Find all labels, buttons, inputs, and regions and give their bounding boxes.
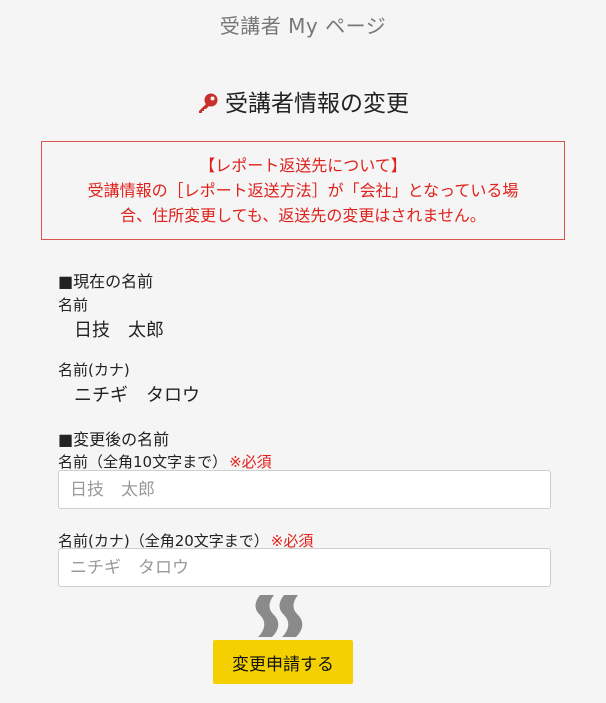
current-name-value: 日技 太郎 — [74, 320, 164, 341]
new-name-label-text: 名前（全角10文字まで） — [58, 453, 228, 471]
current-name-heading: ■現在の名前 — [58, 272, 154, 291]
notice-heading: 【レポート返送先について】 — [199, 156, 407, 175]
required-mark: ※必須 — [229, 453, 272, 471]
new-name-input[interactable] — [58, 470, 551, 509]
submit-change-button[interactable]: 変更申請する — [213, 640, 353, 684]
section-title-text: 受講者情報の変更 — [225, 91, 409, 117]
new-name-heading: ■変更後の名前 — [58, 430, 170, 449]
new-kana-input[interactable] — [58, 548, 551, 587]
key-icon — [197, 92, 219, 120]
notice-line-1: 受講情報の［レポート返送方法］が「会社」となっている場 — [87, 181, 519, 200]
current-kana-value: ニチギ タロウ — [74, 385, 200, 406]
new-name-label: 名前（全角10文字まで） ※必須 — [58, 451, 272, 472]
notice-line-2: 合、住所変更しても、返送先の変更はされません。 — [120, 206, 486, 225]
current-name-label: 名前 — [58, 296, 89, 314]
section-title: 受講者情報の変更 — [0, 84, 606, 120]
page-header: 受講者 My ページ — [219, 14, 387, 38]
current-kana-label: 名前(カナ) — [58, 361, 130, 379]
notice-box: 【レポート返送先について】 受講情報の［レポート返送方法］が「会社」となっている… — [41, 141, 565, 240]
decorative-sketch-icon — [252, 593, 310, 643]
